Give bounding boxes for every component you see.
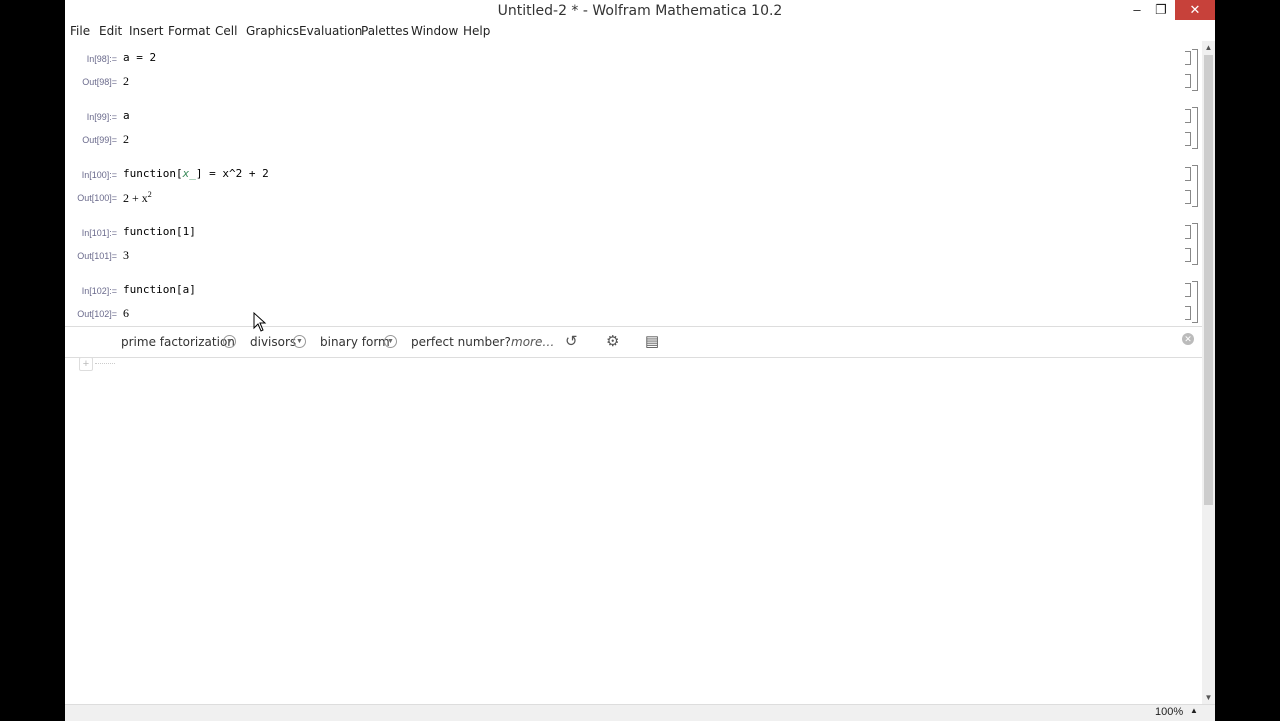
input-label: In[100]:=	[81, 170, 117, 180]
mouse-cursor-icon	[253, 312, 267, 332]
suggestion-binary-form[interactable]: binary form	[320, 335, 390, 349]
title-bar: Untitled-2 * - Wolfram Mathematica 10.2 …	[65, 0, 1215, 21]
close-button[interactable]: ✕	[1175, 0, 1215, 20]
cell-bracket[interactable]	[1185, 132, 1191, 146]
output-cell: 6	[123, 306, 129, 320]
vertical-scrollbar[interactable]: ▲ ▼	[1202, 41, 1215, 704]
status-bar: 100% ▲	[65, 704, 1215, 721]
output-cell: 2	[123, 132, 129, 146]
group-bracket[interactable]	[1192, 107, 1198, 149]
output-label: Out[100]=	[77, 193, 117, 203]
gear-icon[interactable]: ⚙	[606, 332, 619, 350]
output-label: Out[102]=	[77, 309, 117, 319]
zoom-level[interactable]: 100%	[1155, 706, 1183, 718]
input-cell[interactable]: function[a]	[123, 283, 196, 296]
output-exponent: 2	[147, 190, 152, 199]
input-rest: ] = x^2 + 2	[195, 167, 269, 180]
input-label: In[98]:=	[86, 54, 117, 64]
cell-bracket[interactable]	[1185, 51, 1191, 65]
cell-bracket[interactable]	[1185, 167, 1191, 181]
chevron-down-icon[interactable]: ▼	[384, 335, 397, 348]
input-cell[interactable]: a = 2	[123, 51, 156, 64]
menu-format[interactable]: Format	[168, 24, 210, 38]
cell-bracket[interactable]	[1185, 74, 1191, 88]
insertion-line	[95, 363, 115, 364]
cell-bracket[interactable]	[1185, 306, 1191, 320]
cell-bracket[interactable]	[1185, 225, 1191, 239]
menu-cell[interactable]: Cell	[215, 24, 237, 38]
menu-file[interactable]: File	[70, 24, 90, 38]
output-label: Out[98]=	[82, 77, 117, 87]
cell-bracket[interactable]	[1185, 109, 1191, 123]
output-base: 2 + x	[123, 191, 148, 205]
input-label: In[102]:=	[81, 286, 117, 296]
scrollbar-thumb[interactable]	[1204, 55, 1213, 505]
restore-button[interactable]: ❐	[1145, 0, 1177, 20]
close-suggestions-icon[interactable]: ✕	[1182, 333, 1194, 345]
notebook-area[interactable]: In[98]:= a = 2 Out[98]= 2 In[99]:= a Out…	[65, 41, 1202, 704]
cell-bracket[interactable]	[1185, 248, 1191, 262]
chevron-up-icon[interactable]: ▲	[1190, 706, 1198, 715]
menu-graphics[interactable]: Graphics	[246, 24, 299, 38]
menu-help[interactable]: Help	[463, 24, 490, 38]
scroll-down-icon[interactable]: ▼	[1202, 691, 1215, 704]
output-cell: 2 + x2	[123, 190, 152, 206]
menu-insert[interactable]: Insert	[129, 24, 163, 38]
scroll-up-icon[interactable]: ▲	[1202, 41, 1215, 54]
menu-palettes[interactable]: Palettes	[361, 24, 409, 38]
chevron-down-icon[interactable]: ▼	[293, 335, 306, 348]
refresh-icon[interactable]: ↺	[565, 332, 578, 350]
input-head: function[	[123, 167, 183, 180]
output-label: Out[99]=	[82, 135, 117, 145]
group-bracket[interactable]	[1192, 165, 1198, 207]
output-cell: 3	[123, 248, 129, 262]
window-title: Untitled-2 * - Wolfram Mathematica 10.2	[497, 3, 783, 19]
output-label: Out[101]=	[77, 251, 117, 261]
menu-bar: File Edit Insert Format Cell Graphics Ev…	[65, 21, 1215, 41]
suggestion-perfect-number[interactable]: perfect number?	[411, 335, 511, 349]
suggestion-more[interactable]: more…	[511, 335, 554, 349]
menu-window[interactable]: Window	[411, 24, 458, 38]
suggestions-bar: prime factorization ▼ divisors ▼ binary …	[65, 326, 1202, 358]
cell-bracket[interactable]	[1185, 190, 1191, 204]
mathematica-window: Untitled-2 * - Wolfram Mathematica 10.2 …	[65, 0, 1215, 721]
menu-evaluation[interactable]: Evaluation	[299, 24, 362, 38]
cell-insertion-icon[interactable]: +	[79, 357, 93, 371]
suggestion-prime-factorization[interactable]: prime factorization	[121, 335, 235, 349]
input-cell[interactable]: function[1]	[123, 225, 196, 238]
menu-edit[interactable]: Edit	[99, 24, 122, 38]
group-bracket[interactable]	[1192, 49, 1198, 91]
group-bracket[interactable]	[1192, 223, 1198, 265]
pattern-variable: x_	[182, 167, 196, 180]
suggestion-divisors[interactable]: divisors	[250, 335, 296, 349]
output-cell: 2	[123, 74, 129, 88]
input-cell[interactable]: function[x_] = x^2 + 2	[123, 167, 269, 180]
input-label: In[101]:=	[81, 228, 117, 238]
group-bracket[interactable]	[1192, 281, 1198, 323]
cell-bracket[interactable]	[1185, 283, 1191, 297]
input-cell[interactable]: a	[123, 109, 130, 122]
feedback-icon[interactable]: ▤	[645, 332, 659, 350]
chevron-down-icon[interactable]: ▼	[223, 335, 236, 348]
input-label: In[99]:=	[86, 112, 117, 122]
